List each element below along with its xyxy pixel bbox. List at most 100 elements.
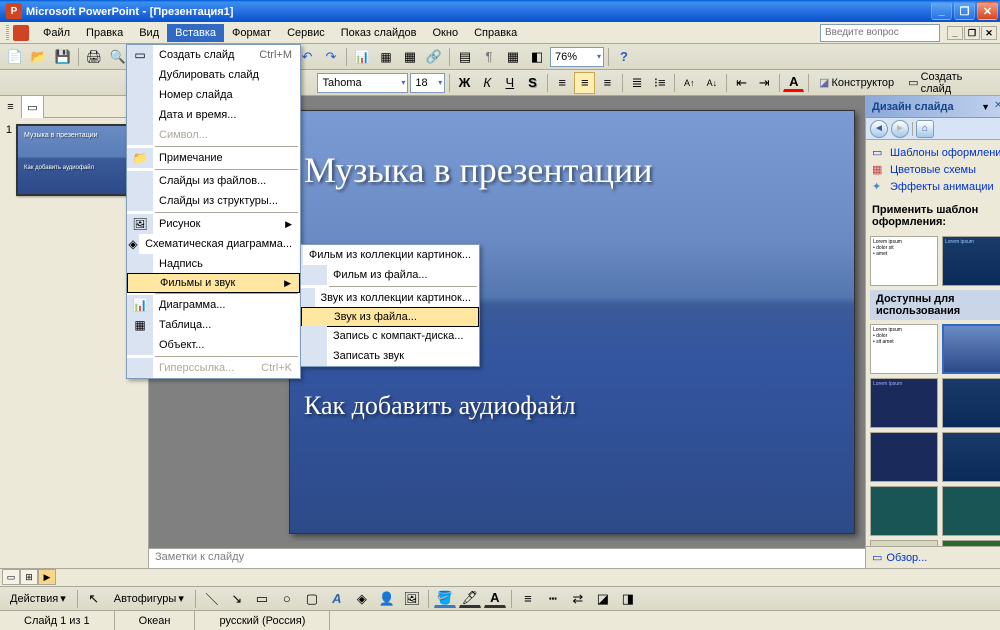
submenu-item[interactable]: Звук из файла... [301, 307, 479, 327]
menu-slideshow[interactable]: Показ слайдов [333, 24, 425, 42]
insert-chart-button[interactable] [351, 46, 373, 68]
maximize-button[interactable]: ❐ [954, 2, 975, 20]
diagram-button[interactable]: ◈ [351, 588, 373, 610]
submenu-item[interactable]: Фильм из файла... [301, 265, 479, 285]
design-templates-link[interactable]: ▭Шаблоны оформления [872, 146, 1000, 160]
menu-item[interactable]: Дублировать слайд [127, 65, 300, 85]
menu-item[interactable]: ▭Создать слайдCtrl+M [127, 45, 300, 65]
slide-subtitle[interactable]: Как добавить аудиофайл [304, 391, 840, 421]
new-button[interactable] [4, 46, 26, 68]
slides-tab[interactable]: ▭ [22, 96, 44, 118]
oval-button[interactable]: ○ [276, 588, 298, 610]
menu-window[interactable]: Окно [425, 24, 467, 42]
minimize-button[interactable]: _ [931, 2, 952, 20]
template-item[interactable]: Lorem ipsum [942, 236, 1000, 286]
forward-button[interactable]: ► [891, 120, 909, 138]
template-item[interactable] [942, 432, 1000, 482]
menu-format[interactable]: Формат [224, 24, 279, 42]
menu-tools[interactable]: Сервис [279, 24, 333, 42]
menu-help[interactable]: Справка [466, 24, 525, 42]
tables-borders-button[interactable]: ▦ [399, 46, 421, 68]
menu-item[interactable]: Номер слайда [127, 85, 300, 105]
arrow-button[interactable]: ↘ [226, 588, 248, 610]
template-item[interactable] [870, 486, 938, 536]
zoom-combo[interactable]: 76% [550, 47, 604, 67]
template-item[interactable] [870, 432, 938, 482]
new-slide-button[interactable]: ▭Создать слайд [902, 71, 996, 95]
line-button[interactable]: ＼ [201, 588, 223, 610]
task-pane-close-icon[interactable]: ✕ [994, 100, 1000, 114]
underline-button[interactable]: Ч [500, 72, 521, 94]
expand-all-button[interactable]: ▤ [454, 46, 476, 68]
line-color-button[interactable]: 🖊 [459, 589, 481, 608]
italic-button[interactable]: К [477, 72, 498, 94]
decrease-indent-button[interactable]: ⇤ [731, 72, 752, 94]
insert-hyperlink-button[interactable]: 🔗 [423, 46, 445, 68]
slide-design-button[interactable]: ◪Конструктор [813, 76, 900, 89]
font-combo[interactable]: Tahoma [317, 73, 408, 93]
home-button[interactable]: ⌂ [916, 120, 934, 138]
bold-button[interactable]: Ж [454, 72, 475, 94]
notes-pane[interactable]: Заметки к слайду [149, 548, 865, 568]
open-button[interactable] [28, 46, 50, 68]
3d-style-button[interactable]: ◨ [617, 588, 639, 610]
menu-item[interactable]: Слайды из структуры... [127, 191, 300, 211]
show-formatting-button[interactable]: ¶ [478, 46, 500, 68]
shadow-button[interactable]: S [522, 72, 543, 94]
insert-table-button[interactable] [375, 46, 397, 68]
clipart-button[interactable]: 👤 [376, 588, 398, 610]
submenu-item[interactable]: Фильм из коллекции картинок... [301, 245, 479, 265]
shadow-style-button[interactable]: ◪ [592, 588, 614, 610]
align-center-button[interactable]: ≡ [574, 72, 595, 94]
menu-item[interactable]: 🖼Рисунок▶ [127, 214, 300, 234]
insert-picture-button[interactable] [401, 588, 423, 610]
rectangle-button[interactable]: ▭ [251, 588, 273, 610]
menu-item[interactable]: ◈Схематическая диаграмма... [127, 234, 300, 254]
close-button[interactable]: ✕ [977, 2, 998, 20]
submenu-item[interactable]: Звук из коллекции картинок... [301, 288, 479, 308]
back-button[interactable]: ◄ [870, 120, 888, 138]
animation-schemes-link[interactable]: ✦Эффекты анимации [872, 180, 1000, 194]
show-grid-button[interactable]: ▦ [502, 46, 524, 68]
menu-item[interactable]: Фильмы и звук▶ [127, 273, 300, 293]
template-item[interactable]: Lorem Ipsum [870, 378, 938, 428]
arrow-style-button[interactable]: ⇄ [567, 588, 589, 610]
decrease-font-button[interactable]: A↓ [702, 72, 723, 94]
template-item-selected[interactable] [942, 324, 1000, 374]
redo-button[interactable]: ↷ [320, 46, 342, 68]
menu-item[interactable]: Дата и время... [127, 105, 300, 125]
ask-question-input[interactable] [820, 24, 940, 42]
color-schemes-link[interactable]: ▦Цветовые схемы [872, 163, 1000, 177]
menu-item[interactable]: Объект... [127, 335, 300, 355]
normal-view-button[interactable]: ▭ [2, 569, 20, 585]
menu-edit[interactable]: Правка [78, 24, 131, 42]
wordart-button[interactable]: A [326, 588, 348, 610]
slide-thumbnail[interactable]: Музыка в презентации Как добавить аудиоф… [16, 124, 144, 196]
slide-title[interactable]: Музыка в презентации [304, 149, 840, 191]
bullets-button[interactable]: ⁝≡ [649, 72, 670, 94]
menu-view[interactable]: Вид [131, 24, 167, 42]
submenu-item[interactable]: Записать звук [301, 346, 479, 366]
template-item[interactable]: Lorem ipsum• dolor• sit amet [870, 324, 938, 374]
doc-restore-button[interactable]: ❐ [964, 26, 980, 40]
menu-item[interactable]: Слайды из файлов... [127, 171, 300, 191]
slideshow-view-button[interactable]: ▶ [38, 569, 56, 585]
menu-item[interactable]: Надпись [127, 254, 300, 274]
menu-item[interactable]: 📁Примечание [127, 148, 300, 168]
select-objects-button[interactable]: ↖ [83, 588, 105, 610]
menu-insert[interactable]: Вставка [167, 24, 224, 42]
template-item[interactable] [942, 486, 1000, 536]
menu-item[interactable]: 📊Диаграмма... [127, 295, 300, 315]
doc-minimize-button[interactable]: _ [947, 26, 963, 40]
template-item[interactable] [942, 378, 1000, 428]
doc-close-button[interactable]: ✕ [981, 26, 997, 40]
align-left-button[interactable]: ≡ [552, 72, 573, 94]
align-right-button[interactable]: ≡ [597, 72, 618, 94]
menu-item[interactable]: ▦Таблица... [127, 315, 300, 335]
numbering-button[interactable]: ≣ [627, 72, 648, 94]
browse-link[interactable]: ▭ Обзор... [866, 546, 1000, 568]
help-button[interactable]: ? [613, 46, 635, 68]
color-grayscale-button[interactable]: ◧ [526, 46, 548, 68]
save-button[interactable] [52, 46, 74, 68]
increase-font-button[interactable]: A↑ [679, 72, 700, 94]
